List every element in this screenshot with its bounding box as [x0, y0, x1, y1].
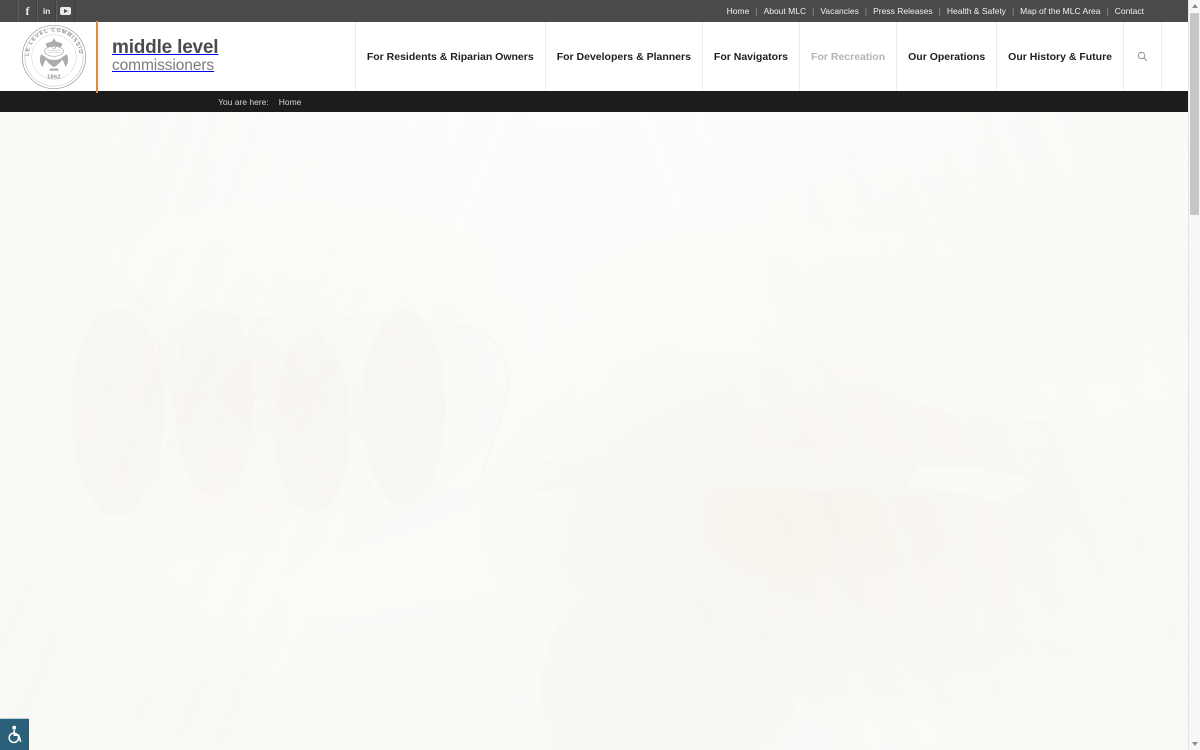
browser-page: f in Home | About MLC | Vacancies | Pres…	[0, 0, 1200, 750]
breadcrumb-item-home[interactable]: Home	[279, 97, 302, 107]
top-nav-item-home[interactable]: Home	[721, 6, 756, 16]
site-header: MIDDLE LEVEL COMMISSIONERS 1862	[0, 20, 1188, 93]
breadcrumb: You are here: Home	[0, 91, 1188, 112]
top-utility-bar: f in Home | About MLC | Vacancies | Pres…	[0, 0, 1188, 22]
linkedin-icon: in	[42, 6, 51, 16]
hero-background-image	[59, 206, 1188, 750]
logo-accent-rule	[96, 20, 98, 93]
social-links: f in	[18, 0, 75, 22]
top-nav-item-vacancies[interactable]: Vacancies	[814, 6, 865, 16]
wheelchair-icon	[8, 725, 22, 744]
breadcrumb-label: You are here:	[218, 96, 269, 107]
top-nav-item-contact[interactable]: Contact	[1109, 6, 1150, 16]
scroll-down-arrow[interactable]	[1189, 738, 1200, 750]
nav-item-for-navigators[interactable]: For Navigators	[701, 22, 799, 91]
linkedin-link[interactable]: in	[37, 0, 56, 22]
nav-item-for-developers-and-planners[interactable]: For Developers & Planners	[544, 22, 702, 91]
top-nav-item-about-mlc[interactable]: About MLC	[758, 6, 813, 16]
nav-item-our-operations[interactable]: Our Operations	[896, 22, 996, 91]
search-icon	[1137, 51, 1148, 62]
wordmark-line-1: middle level	[112, 37, 219, 59]
wordmark: middle level commissioners	[112, 37, 219, 75]
site-logo[interactable]: MIDDLE LEVEL COMMISSIONERS 1862	[0, 20, 219, 93]
top-nav-item-press-releases[interactable]: Press Releases	[867, 6, 939, 16]
nav-item-for-recreation[interactable]: For Recreation	[799, 22, 896, 91]
accessibility-button[interactable]	[0, 718, 29, 750]
hero-banner	[0, 112, 1188, 750]
nav-spacer	[1162, 22, 1188, 91]
top-nav-item-map-of-the-mlc-area[interactable]: Map of the MLC Area	[1014, 6, 1106, 16]
facebook-link[interactable]: f	[18, 0, 37, 22]
search-button[interactable]	[1123, 22, 1162, 91]
page-scrollbar[interactable]	[1188, 0, 1200, 750]
crest-seal-icon: MIDDLE LEVEL COMMISSIONERS 1862	[18, 21, 87, 90]
nav-item-for-residents-and-riparian-owners[interactable]: For Residents & Riparian Owners	[354, 22, 545, 91]
top-nav-item-health-and-safety[interactable]: Health & Safety	[941, 6, 1012, 16]
page-viewport: f in Home | About MLC | Vacancies | Pres…	[0, 0, 1188, 750]
wordmark-line-2: commissioners	[112, 57, 215, 75]
main-nav: For Residents & Riparian Owners For Deve…	[354, 22, 1188, 91]
youtube-icon	[60, 7, 71, 15]
scroll-up-arrow[interactable]	[1189, 0, 1200, 12]
top-nav: Home | About MLC | Vacancies | Press Rel…	[721, 0, 1150, 22]
youtube-link[interactable]	[56, 0, 75, 22]
nav-item-our-history-and-future[interactable]: Our History & Future	[996, 22, 1123, 91]
facebook-icon: f	[25, 4, 30, 18]
svg-text:1862: 1862	[47, 75, 61, 81]
scroll-thumb[interactable]	[1190, 13, 1199, 215]
